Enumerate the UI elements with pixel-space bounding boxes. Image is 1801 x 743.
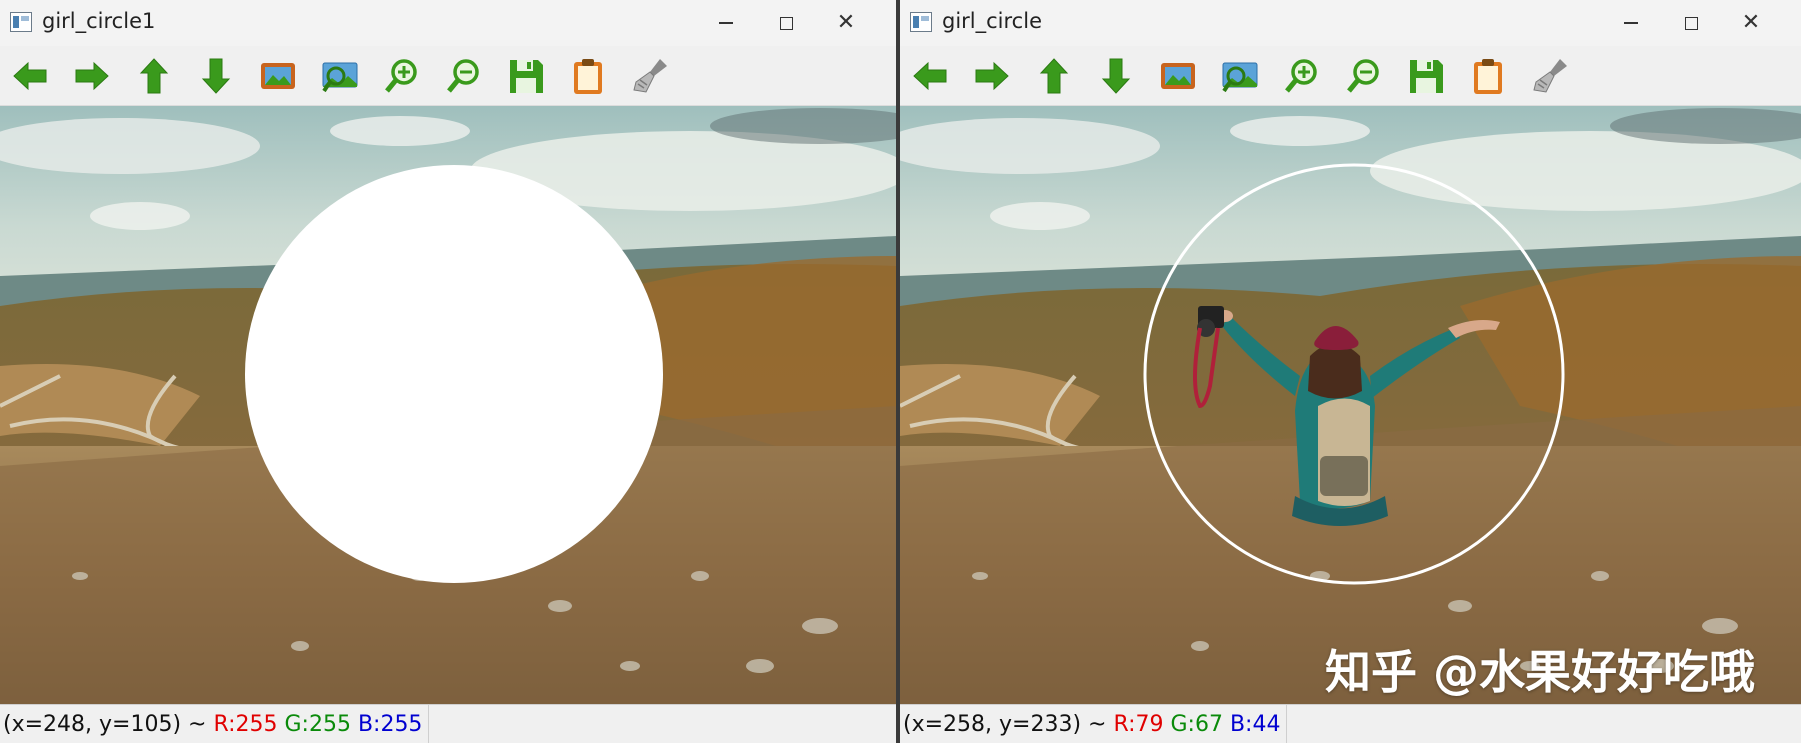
window-title: girl_circle	[942, 9, 1042, 33]
zoom-fit-button[interactable]	[318, 54, 362, 98]
save-icon	[510, 60, 543, 93]
red-value: R:79	[1113, 712, 1164, 737]
arrow-right-icon	[75, 61, 109, 91]
maximize-button[interactable]	[756, 0, 816, 46]
arrow-up-icon	[139, 58, 169, 94]
zoom-in-icon	[1285, 59, 1317, 93]
maximize-button[interactable]	[1661, 0, 1721, 46]
arrow-down-icon	[1101, 58, 1131, 94]
minimize-button[interactable]	[696, 0, 756, 46]
zoom-fit-icon	[1222, 62, 1258, 93]
zoom-in-button[interactable]	[1280, 54, 1324, 98]
save-button[interactable]	[504, 54, 548, 98]
status-bar: (x=248, y=105) ~ R:255 G:255 B:255	[0, 704, 896, 743]
zoom-original-button[interactable]	[256, 54, 300, 98]
close-button[interactable]: ✕	[816, 0, 876, 46]
landscape-image	[0, 106, 896, 704]
pan-left-button[interactable]	[8, 54, 52, 98]
watermark-text: 知乎 @水果好好吃哦	[1324, 645, 1755, 699]
close-icon: ✕	[836, 10, 856, 35]
arrow-left-icon	[913, 61, 947, 91]
pan-down-button[interactable]	[1094, 54, 1138, 98]
title-bar[interactable]: girl_circle ✕	[900, 0, 1801, 46]
zoom-fit-icon	[322, 62, 358, 93]
image-canvas[interactable]	[0, 106, 896, 704]
image-icon	[261, 63, 295, 89]
maximize-icon	[1684, 16, 1698, 30]
blue-value: B:44	[1229, 712, 1281, 737]
red-value: R:255	[213, 712, 278, 737]
zoom-fit-button[interactable]	[1218, 54, 1262, 98]
image-window-left: girl_circle1 ✕ (x=248, y=105) ~ R:255 G:…	[0, 0, 896, 743]
app-icon	[10, 12, 32, 32]
green-value: G:255	[284, 712, 351, 737]
minimize-button[interactable]	[1601, 0, 1661, 46]
cursor-coordinates: (x=248, y=105) ~	[3, 712, 207, 737]
pan-right-button[interactable]	[70, 54, 114, 98]
blue-value: B:255	[357, 712, 423, 737]
copy-button[interactable]	[566, 54, 610, 98]
copy-button[interactable]	[1466, 54, 1510, 98]
window-title: girl_circle1	[42, 9, 156, 33]
clipboard-icon	[574, 59, 602, 94]
app-icon	[910, 12, 932, 32]
zoom-in-icon	[385, 59, 417, 93]
zoom-in-button[interactable]	[380, 54, 424, 98]
pan-left-button[interactable]	[908, 54, 952, 98]
zoom-out-icon	[447, 59, 479, 93]
green-value: G:67	[1170, 712, 1223, 737]
image-icon	[1161, 63, 1195, 89]
pan-up-button[interactable]	[1032, 54, 1076, 98]
status-bar: (x=258, y=233) ~ R:79 G:67 B:44	[900, 704, 1801, 743]
minimize-icon	[1624, 22, 1638, 24]
arrow-down-icon	[201, 58, 231, 94]
pixel-info: (x=248, y=105) ~ R:255 G:255 B:255	[3, 705, 430, 743]
pan-down-button[interactable]	[194, 54, 238, 98]
pan-up-button[interactable]	[132, 54, 176, 98]
landscape-image	[900, 106, 1801, 704]
save-button[interactable]	[1404, 54, 1448, 98]
properties-button[interactable]	[1528, 54, 1572, 98]
zoom-out-button[interactable]	[1342, 54, 1386, 98]
arrow-left-icon	[13, 61, 47, 91]
toolbar	[900, 46, 1801, 106]
cursor-coordinates: (x=258, y=233) ~	[903, 712, 1107, 737]
maximize-icon	[779, 16, 793, 30]
zoom-out-icon	[1347, 59, 1379, 93]
save-icon	[1410, 60, 1443, 93]
zoom-out-button[interactable]	[442, 54, 486, 98]
arrow-right-icon	[975, 61, 1009, 91]
pan-right-button[interactable]	[970, 54, 1014, 98]
clipboard-icon	[1474, 59, 1502, 94]
toolbar	[0, 46, 896, 106]
image-canvas[interactable]: 知乎 @水果好好吃哦	[900, 106, 1801, 704]
brush-icon	[1533, 59, 1567, 93]
image-window-right: girl_circle ✕ 知乎 @水果好好吃哦 (x=258, y=233) …	[900, 0, 1801, 743]
arrow-up-icon	[1039, 58, 1069, 94]
properties-button[interactable]	[628, 54, 672, 98]
zoom-original-button[interactable]	[1156, 54, 1200, 98]
brush-icon	[633, 59, 667, 93]
title-bar[interactable]: girl_circle1 ✕	[0, 0, 896, 46]
close-icon: ✕	[1741, 10, 1761, 35]
pixel-info: (x=258, y=233) ~ R:79 G:67 B:44	[903, 705, 1288, 743]
minimize-icon	[719, 22, 733, 24]
filled-circle	[245, 165, 663, 583]
close-button[interactable]: ✕	[1721, 0, 1781, 46]
